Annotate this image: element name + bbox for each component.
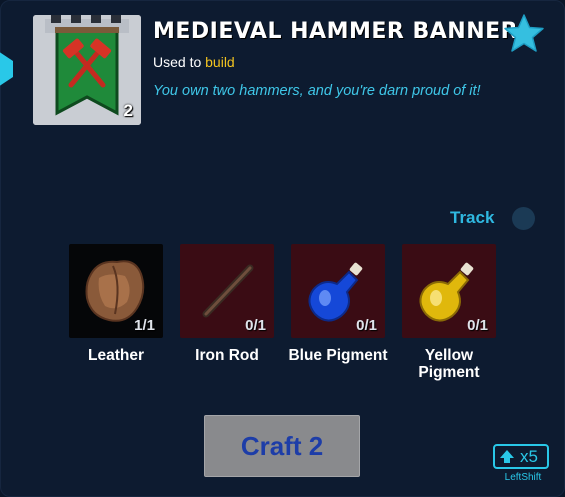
used-to-keyword: build (205, 54, 235, 70)
ingredient-count: 0/1 (467, 317, 488, 334)
ingredient-count: 0/1 (356, 317, 377, 334)
medieval-hammer-banner-icon: 2 (33, 15, 141, 125)
item-title: MEDIEVAL HAMMER BANNER (153, 19, 519, 44)
ingredient-count: 0/1 (245, 317, 266, 334)
ingredient-slot-leather[interactable]: 1/1 (69, 244, 163, 338)
ingredient-count: 1/1 (134, 317, 155, 334)
ingredient-label: Iron Rod (195, 347, 259, 364)
multiplier-label: x5 (520, 446, 538, 466)
multiplier-key-hint: LeftShift (504, 472, 542, 483)
craft-multiplier-button[interactable]: x5 (493, 444, 549, 469)
side-tab-arrow-icon[interactable] (0, 39, 17, 99)
star-icon[interactable] (503, 13, 545, 53)
item-flavor-text: You own two hammers, and you're darn pro… (153, 83, 481, 99)
track-toggle[interactable] (512, 207, 535, 230)
ingredient-slot-iron-rod[interactable]: 0/1 (180, 244, 274, 338)
owned-count: 2 (123, 101, 133, 120)
ingredient-label: Leather (88, 347, 144, 364)
shift-arrow-icon (500, 449, 514, 463)
ingredient-slot-blue-pigment[interactable]: 0/1 (291, 244, 385, 338)
used-to-line: Used to build (153, 54, 235, 70)
ingredient-label: Yellow Pigment (418, 347, 480, 381)
craft-button[interactable]: Craft 2 (204, 415, 360, 477)
crafting-panel: 2 MEDIEVAL HAMMER BANNER Used to build Y… (0, 0, 565, 497)
ingredient-slot-yellow-pigment[interactable]: 0/1 (402, 244, 496, 338)
ingredient-label: Blue Pigment (288, 347, 388, 364)
used-to-prefix: Used to (153, 54, 202, 70)
track-label: Track (450, 208, 495, 227)
